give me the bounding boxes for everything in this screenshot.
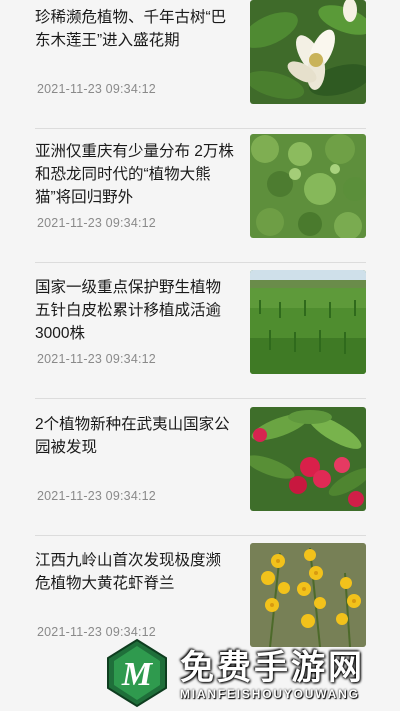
divider <box>35 262 366 263</box>
news-title[interactable]: 国家一级重点保护野生植物五针白皮松累计移植成活逾3000株 <box>35 276 235 345</box>
news-title[interactable]: 亚洲仅重庆有少量分布 2万株和恐龙同时代的“植物大熊猫”将回归野外 <box>35 140 235 209</box>
news-item[interactable]: 国家一级重点保护野生植物五针白皮松累计移植成活逾3000株 2021-11-23… <box>0 270 400 406</box>
news-title[interactable]: 2个植物新种在武夷山国家公园被发现 <box>35 413 235 459</box>
news-thumbnail[interactable] <box>250 134 366 238</box>
site-watermark: M 免费手游网 MIANFEISHOUYOUWANG <box>100 632 400 711</box>
divider <box>35 398 366 399</box>
news-title[interactable]: 珍稀濒危植物、千年古树“巴东木莲王”进入盛花期 <box>35 6 235 52</box>
news-thumbnail[interactable] <box>250 270 366 374</box>
news-item[interactable]: 亚洲仅重庆有少量分布 2万株和恐龙同时代的“植物大熊猫”将回归野外 2021-1… <box>0 134 400 270</box>
news-item[interactable]: 2个植物新种在武夷山国家公园被发现 2021-11-23 09:34:12 <box>0 407 400 543</box>
divider <box>35 128 366 129</box>
news-timestamp: 2021-11-23 09:34:12 <box>37 352 156 366</box>
watermark-text: 免费手游网 <box>180 648 365 688</box>
news-item[interactable]: 珍稀濒危植物、千年古树“巴东木莲王”进入盛花期 2021-11-23 09:34… <box>0 0 400 136</box>
news-timestamp: 2021-11-23 09:34:12 <box>37 489 156 503</box>
news-thumbnail[interactable] <box>250 0 366 104</box>
divider <box>35 535 366 536</box>
news-title[interactable]: 江西九岭山首次发现极度濒危植物大黄花虾脊兰 <box>35 549 235 595</box>
mianfei-logo-icon: M <box>107 638 167 708</box>
news-thumbnail[interactable] <box>250 407 366 511</box>
watermark-subtext: MIANFEISHOUYOUWANG <box>180 687 360 701</box>
news-timestamp: 2021-11-23 09:34:12 <box>37 216 156 230</box>
svg-text:M: M <box>121 656 154 693</box>
news-timestamp: 2021-11-23 09:34:12 <box>37 82 156 96</box>
